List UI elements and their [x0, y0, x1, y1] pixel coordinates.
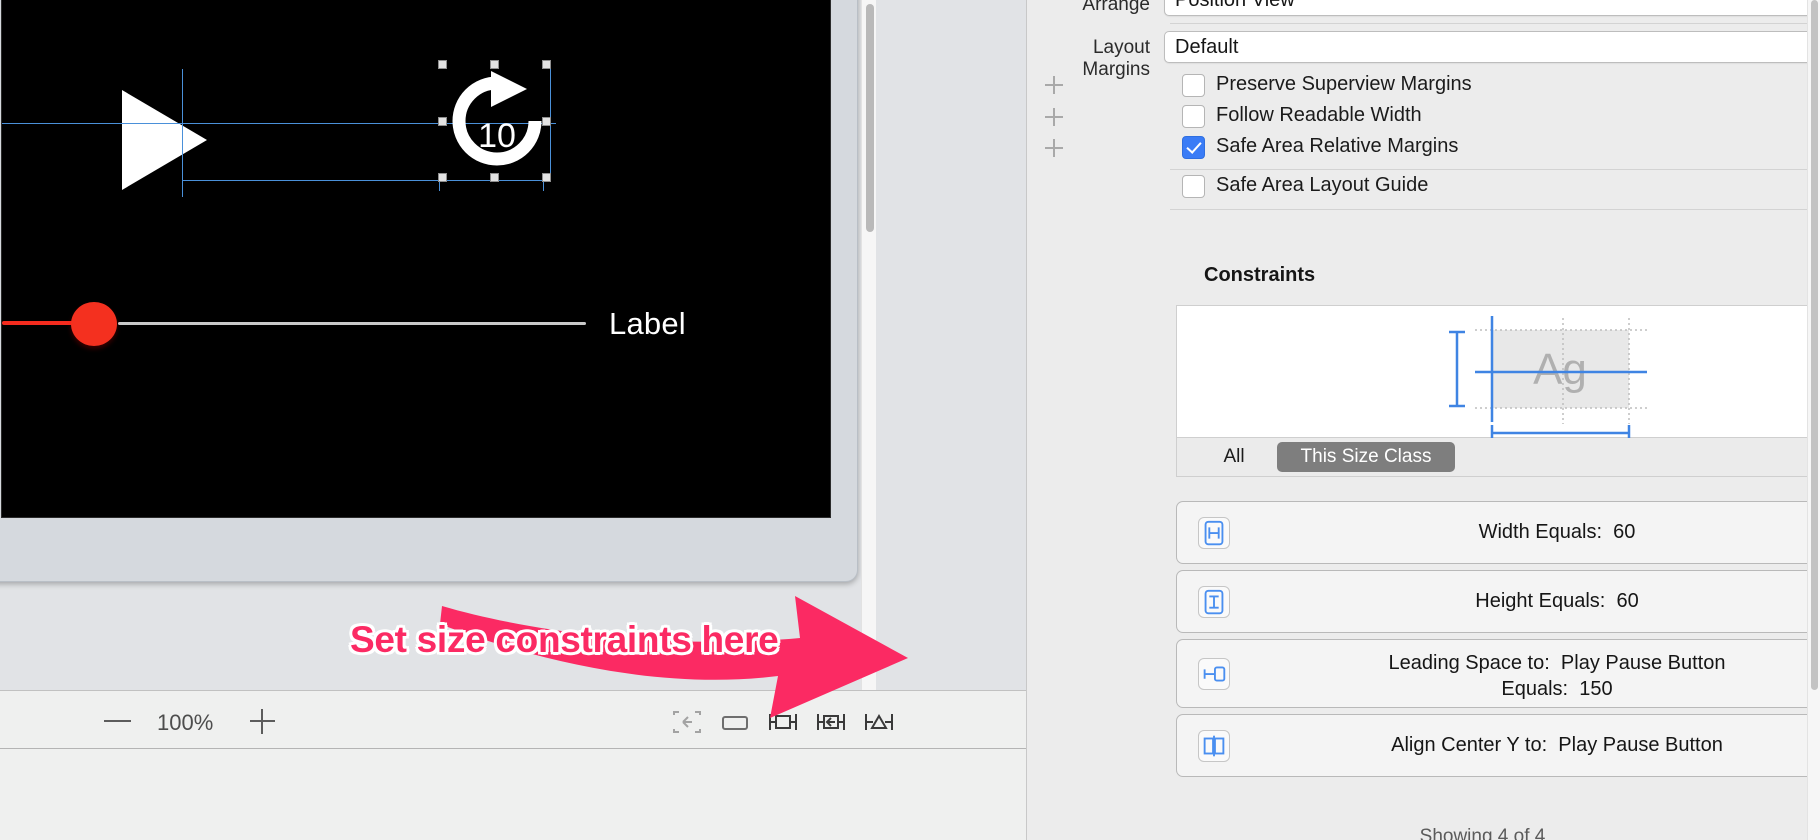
constraint-row-width-text: Width Equals: 60 — [1177, 521, 1820, 544]
safe-area-relative-margins-label: Safe Area Relative Margins — [1216, 135, 1459, 157]
constraint-row-leading-space-line2: Equals: 150 — [1177, 678, 1820, 701]
constraints-scope-segmented-control[interactable]: All This Size Class — [1176, 438, 1820, 477]
constraint-key: Height Equals: — [1475, 590, 1606, 612]
device-scene-frame[interactable]: 10 Label — [0, 0, 858, 582]
resize-handle-bottom-right[interactable] — [542, 173, 551, 182]
resize-handle-mid-right[interactable] — [542, 117, 551, 126]
arrange-popup-value: Position View — [1175, 0, 1295, 11]
constraint-row-height-text: Height Equals: 60 — [1177, 590, 1820, 613]
play-pause-button[interactable] — [122, 90, 207, 190]
safe-area-layout-guide-label: Safe Area Layout Guide — [1216, 174, 1429, 196]
device-screen[interactable]: 10 Label — [1, 0, 831, 518]
divider — [1170, 209, 1820, 210]
add-variation-plus-0[interactable] — [1045, 76, 1063, 94]
zoom-out-button[interactable] — [104, 720, 131, 722]
constraint-row-leading-space[interactable]: Leading Space to: Play Pause Button Equa… — [1176, 639, 1820, 708]
layout-margins-popup[interactable]: Default — [1164, 31, 1820, 63]
zoom-in-button[interactable] — [250, 709, 275, 734]
divider — [1170, 23, 1820, 24]
constraint-row-leading-space-line1: Leading Space to: Play Pause Button — [1177, 652, 1820, 675]
layout-margins-popup-value: Default — [1175, 36, 1239, 58]
segment-this-size-class[interactable]: This Size Class — [1277, 442, 1455, 472]
guide-vertical-left — [182, 69, 183, 197]
preserve-superview-margins-checkbox[interactable] — [1182, 74, 1205, 97]
constraint-key: Leading Space to: — [1388, 652, 1550, 674]
constraint-row-align-center-y[interactable]: Align Center Y to: Play Pause Button Edi… — [1176, 714, 1820, 777]
constraint-key: Width Equals: — [1478, 521, 1602, 543]
safe-area-layout-guide-checkbox[interactable] — [1182, 175, 1205, 198]
arrange-popup[interactable]: Position View — [1164, 0, 1820, 16]
annotation-text: Set size constraints here — [350, 619, 779, 660]
slider-thumb[interactable] — [71, 302, 117, 346]
constraint-key: Align Center Y to: — [1391, 734, 1548, 756]
preserve-superview-margins-label: Preserve Superview Margins — [1216, 73, 1472, 95]
constraints-section-title: Constraints — [1204, 264, 1316, 286]
add-variation-plus-2[interactable] — [1045, 139, 1063, 157]
zoom-level-value: 100% — [157, 710, 214, 735]
inspector-vertical-scrollbar[interactable] — [1807, 0, 1820, 840]
interface-builder-canvas-pane: 10 Label 100% Set size constraints here — [0, 0, 1026, 840]
resize-handle-top-right[interactable] — [542, 60, 551, 69]
follow-readable-width-label: Follow Readable Width — [1216, 104, 1422, 126]
constraints-showing-count: Showing 4 of 4 — [1419, 826, 1546, 840]
inspector-vertical-scrollbar-thumb[interactable] — [1811, 0, 1818, 690]
resize-handle-bottom-left[interactable] — [438, 173, 447, 182]
constraint-key: Equals: — [1501, 678, 1569, 700]
constraint-value: Play Pause Button — [1558, 734, 1723, 756]
device-size-bar: Vary for Traits — [0, 749, 1026, 840]
constraints-preview-diagram[interactable]: Ag — [1177, 306, 1820, 441]
constraints-visual-editor[interactable]: Ag — [1176, 305, 1820, 441]
constraint-row-align-center-y-text: Align Center Y to: Play Pause Button — [1177, 734, 1820, 757]
constraint-value: Play Pause Button — [1560, 652, 1726, 674]
scene-label[interactable]: Label — [609, 306, 686, 342]
resize-handle-mid-left[interactable] — [438, 117, 447, 126]
canvas-vertical-scrollbar-thumb[interactable] — [866, 4, 874, 232]
constraint-row-width[interactable]: Width Equals: 60 Edit — [1176, 501, 1820, 564]
divider — [1170, 169, 1820, 170]
constraint-value: 60 — [1616, 590, 1639, 612]
constraint-row-height[interactable]: Height Equals: 60 Edit — [1176, 570, 1820, 633]
resize-handle-top-center[interactable] — [490, 60, 499, 69]
segment-all[interactable]: All — [1197, 442, 1271, 472]
arrange-label: Arrange — [1082, 0, 1150, 15]
safe-area-relative-margins-checkbox[interactable] — [1182, 136, 1205, 159]
resize-handle-top-left[interactable] — [438, 60, 447, 69]
selection-handles[interactable] — [438, 60, 551, 182]
resize-handle-bottom-center[interactable] — [490, 173, 499, 182]
slider-track-remaining[interactable] — [118, 322, 586, 325]
constraints-preview-sample-text: Ag — [1533, 345, 1587, 394]
constraint-value: 150 — [1579, 678, 1613, 700]
follow-readable-width-checkbox[interactable] — [1182, 105, 1205, 128]
slider-track-filled[interactable] — [2, 321, 74, 325]
guide-center-y-left — [2, 123, 182, 124]
layout-margins-label: Layout Margins — [1082, 37, 1150, 80]
add-variation-plus-1[interactable] — [1045, 108, 1063, 126]
constraint-value: 60 — [1613, 521, 1636, 543]
size-inspector-panel: Arrange Position View Layout Margins Def… — [1026, 0, 1820, 840]
